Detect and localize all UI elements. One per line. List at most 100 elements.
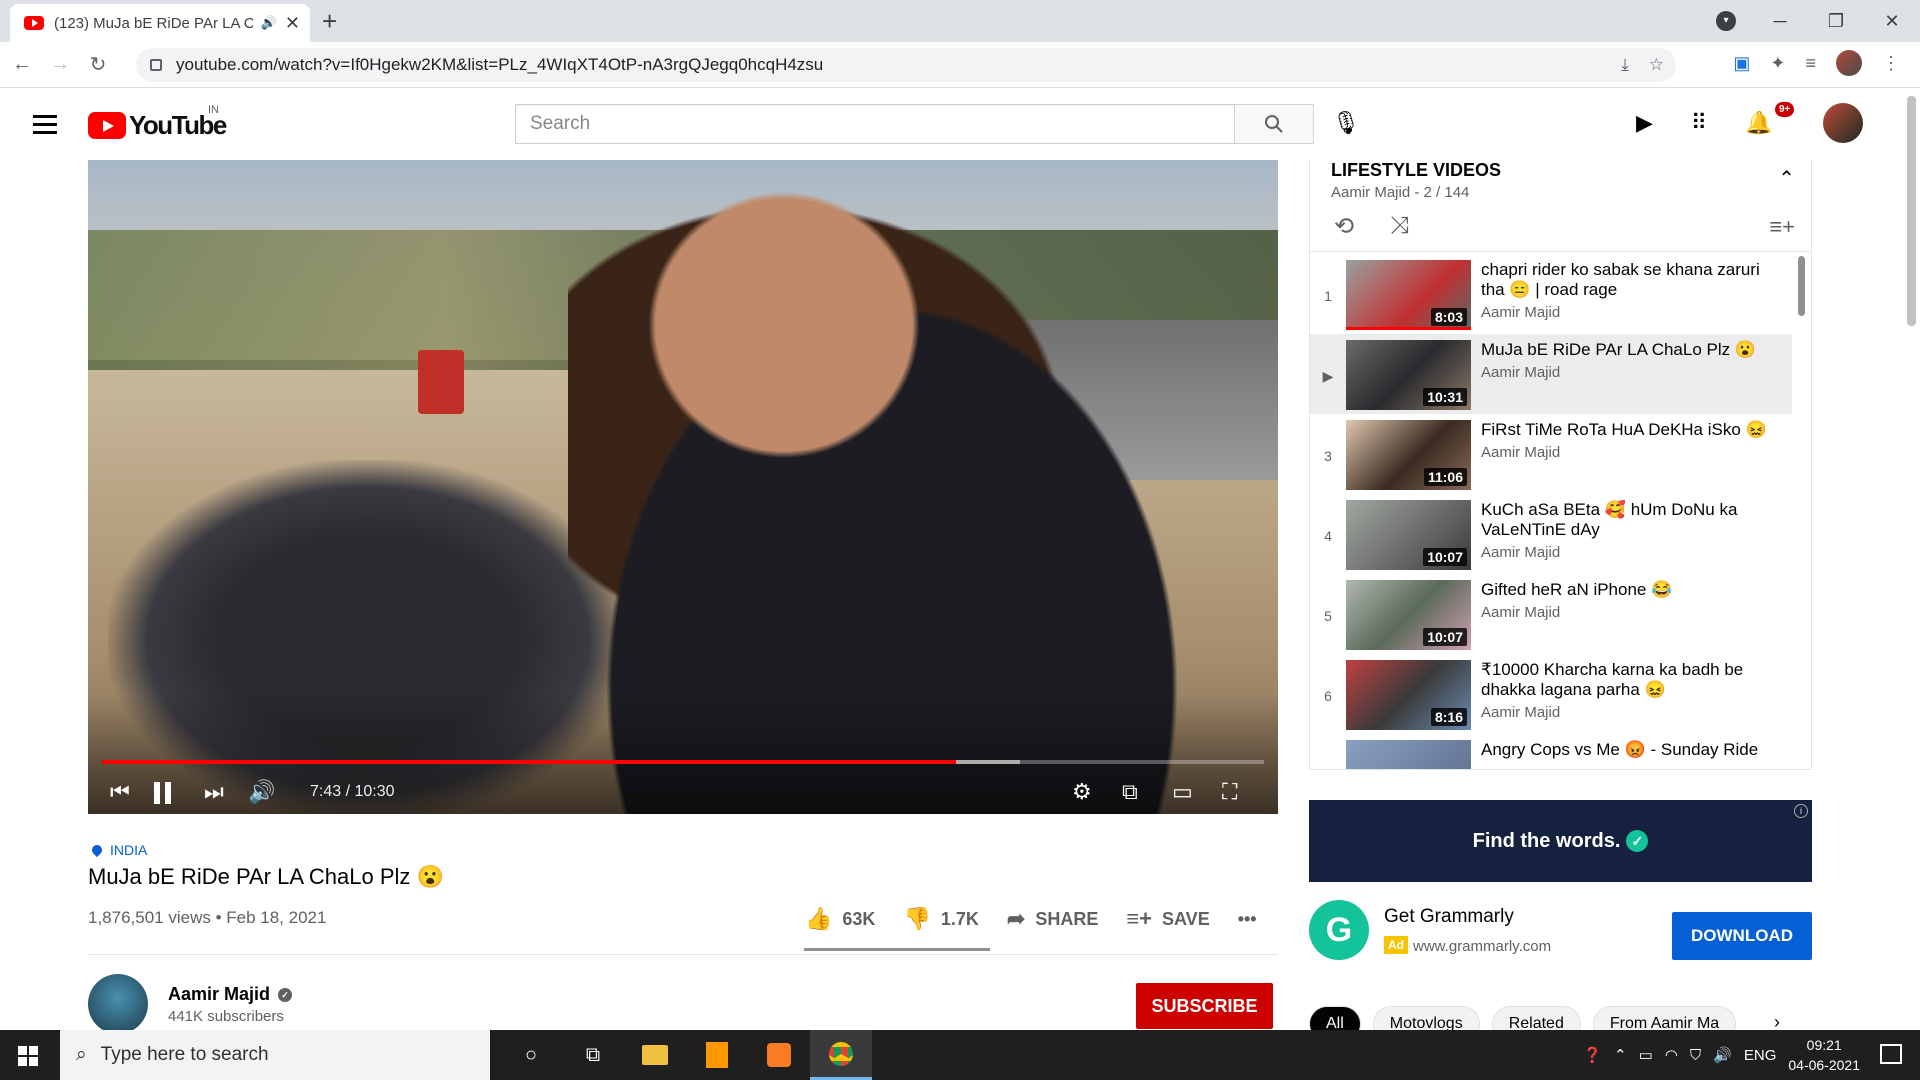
battery-icon[interactable]: ▭ [1639, 1046, 1653, 1064]
playlist-video-title[interactable]: Gifted heR aN iPhone 😂 [1481, 580, 1771, 600]
miniplayer-icon[interactable]: ⧉ [1122, 778, 1138, 806]
video-thumbnail[interactable]: 8:16 [1346, 660, 1471, 730]
profile-avatar[interactable] [1836, 50, 1862, 76]
playlist-scrollbar[interactable] [1798, 256, 1805, 316]
create-video-icon[interactable]: ▶ [1636, 110, 1653, 136]
next-icon[interactable]: ⏭ [204, 778, 224, 806]
playlist-item[interactable]: Angry Cops vs Me 😡 - Sunday Ride [1310, 734, 1792, 769]
address-bar[interactable]: youtube.com/watch?v=If0Hgekw2KM&list=PLz… [136, 48, 1676, 82]
url-text[interactable]: youtube.com/watch?v=If0Hgekw2KM&list=PLz… [176, 55, 823, 75]
channel-avatar[interactable] [88, 974, 148, 1034]
playlist-video-title[interactable]: FiRst TiMe RoTa HuA DeKHa iSko 😖 [1481, 420, 1771, 440]
wifi-icon[interactable]: ◠ [1665, 1046, 1678, 1064]
menu-icon[interactable] [33, 115, 57, 139]
location-tag[interactable]: INDIA [89, 842, 147, 858]
sublime-text-icon[interactable] [686, 1030, 748, 1080]
playlist-item[interactable]: 1 8:03 chapri rider ko sabak se khana za… [1310, 254, 1792, 334]
chrome-icon[interactable] [810, 1030, 872, 1080]
ad-banner[interactable]: Find the words. ✓ i [1309, 800, 1812, 882]
help-icon[interactable]: ❓ [1583, 1046, 1602, 1064]
theater-mode-icon[interactable]: ▭ [1172, 778, 1193, 806]
video-thumbnail[interactable]: 8:03 [1346, 260, 1471, 330]
search-input[interactable]: Search [515, 104, 1235, 144]
chrome-menu-icon[interactable]: ⋮ [1882, 53, 1900, 74]
playlist-item-current[interactable]: ▶ 10:31 MuJa bE RiDe PAr LA ChaLo Plz 😮 … [1310, 334, 1792, 414]
playlist-item[interactable]: 5 10:07 Gifted heR aN iPhone 😂 Aamir Maj… [1310, 574, 1792, 654]
microphone-icon[interactable]: 🎙 [1332, 110, 1360, 136]
playlist-title[interactable]: LIFESTYLE VIDEOS [1331, 160, 1501, 181]
share-button[interactable]: ➦ SHARE [1007, 906, 1098, 932]
tab-title: (123) MuJa bE RiDe PAr LA C [54, 14, 253, 32]
video-thumbnail[interactable]: 10:07 [1346, 580, 1471, 650]
save-playlist-icon[interactable]: ≡+ [1769, 214, 1795, 240]
taskbar-search-input[interactable]: ⌕ Type here to search [60, 1030, 490, 1080]
input-language[interactable]: ENG [1744, 1047, 1777, 1064]
system-clock[interactable]: 09:21 04-06-2021 [1788, 1035, 1860, 1075]
back-icon[interactable]: ← [6, 53, 38, 76]
apps-grid-icon[interactable]: ⠿ [1691, 110, 1707, 136]
volume-icon[interactable]: 🔊 [1713, 1046, 1732, 1064]
location-text[interactable]: INDIA [110, 842, 147, 858]
tab-search-icon[interactable]: ▾ [1716, 11, 1736, 31]
subscribe-button[interactable]: SUBSCRIBE [1136, 983, 1273, 1029]
playlist-item[interactable]: 4 10:07 KuCh aSa BEta 🥰 hUm DoNu ka VaLe… [1310, 494, 1792, 574]
volume-icon[interactable]: 🔊 [248, 778, 275, 806]
tab-close-icon[interactable]: ✕ [285, 13, 300, 34]
page-scrollbar[interactable] [1907, 96, 1916, 326]
collapse-chevron-icon[interactable]: ⌃ [1778, 166, 1795, 191]
grammarly-logo[interactable]: G [1309, 900, 1369, 960]
playlist-item[interactable]: 3 11:06 FiRst TiMe RoTa HuA DeKHa iSko 😖… [1310, 414, 1792, 494]
playlist-video-title[interactable]: chapri rider ko sabak se khana zaruri th… [1481, 260, 1771, 300]
loop-icon[interactable]: ⟲ [1334, 212, 1354, 241]
close-window-button[interactable]: ✕ [1864, 11, 1920, 32]
file-explorer-icon[interactable] [624, 1030, 686, 1080]
like-button[interactable]: 👍 63K [805, 906, 875, 932]
account-avatar[interactable] [1823, 103, 1863, 143]
playlist-video-title[interactable]: MuJa bE RiDe PAr LA ChaLo Plz 😮 [1481, 340, 1771, 360]
video-player[interactable]: ⏮ ⏭ 🔊 7:43 / 10:30 ⚙ ⧉ ▭ ⛶ [88, 160, 1278, 814]
settings-gear-icon[interactable]: ⚙ [1072, 778, 1092, 806]
media-queue-icon[interactable]: ≡ [1805, 53, 1816, 74]
task-view-icon[interactable]: ⧉ [562, 1030, 624, 1080]
forward-icon[interactable]: → [44, 53, 76, 76]
new-tab-button[interactable]: + [322, 6, 337, 37]
playlist-video-title[interactable]: Angry Cops vs Me 😡 - Sunday Ride [1481, 740, 1771, 760]
speaker-icon[interactable]: 🔊 [261, 15, 277, 31]
ad-title[interactable]: Get Grammarly [1384, 906, 1514, 928]
shuffle-icon[interactable]: ⤨ [1390, 212, 1409, 241]
cortana-icon[interactable]: ○ [500, 1030, 562, 1080]
windows-start-icon[interactable] [18, 1046, 38, 1066]
more-actions-button[interactable]: ••• [1238, 909, 1257, 930]
youtube-logo[interactable]: YouTube [88, 110, 227, 141]
progress-bar[interactable] [102, 760, 1264, 764]
search-button[interactable] [1234, 104, 1314, 144]
download-button[interactable]: DOWNLOAD [1672, 912, 1812, 960]
tray-chevron-up-icon[interactable]: ⌃ [1614, 1046, 1627, 1064]
save-button[interactable]: ≡+ SAVE [1126, 906, 1209, 932]
minimize-button[interactable]: ─ [1752, 11, 1808, 32]
dislike-button[interactable]: 👎 1.7K [903, 906, 978, 932]
channel-name[interactable]: Aamir Majid [168, 984, 270, 1005]
video-thumbnail[interactable]: 10:07 [1346, 500, 1471, 570]
previous-icon[interactable]: ⏮ [110, 778, 130, 806]
xampp-icon[interactable] [748, 1030, 810, 1080]
puzzle-icon[interactable]: ✦ [1770, 53, 1785, 74]
playlist-video-title[interactable]: ₹10000 Kharcha karna ka badh be dhakka l… [1481, 660, 1771, 700]
video-thumbnail[interactable]: 10:31 [1346, 340, 1471, 410]
notification-center-icon[interactable] [1880, 1044, 1902, 1064]
extension-icon[interactable]: ▣ [1733, 53, 1750, 74]
browser-tab[interactable]: (123) MuJa bE RiDe PAr LA C 🔊 ✕ [10, 4, 310, 42]
notifications-bell-icon[interactable]: 🔔 [1745, 110, 1772, 136]
bookmark-star-icon[interactable]: ☆ [1649, 55, 1664, 75]
ad-info-icon[interactable]: i [1794, 804, 1808, 818]
video-thumbnail[interactable]: 11:06 [1346, 420, 1471, 490]
playlist-item[interactable]: 6 8:16 ₹10000 Kharcha karna ka badh be d… [1310, 654, 1792, 734]
reload-icon[interactable]: ↻ [82, 52, 114, 77]
restore-button[interactable]: ❐ [1808, 11, 1864, 32]
video-thumbnail[interactable] [1346, 740, 1471, 769]
fullscreen-icon[interactable]: ⛶ [1222, 778, 1237, 806]
network-icon[interactable]: ⛉ [1690, 1047, 1701, 1064]
pause-icon[interactable] [154, 778, 176, 806]
install-icon[interactable]: ⤓ [1621, 55, 1629, 75]
playlist-video-title[interactable]: KuCh aSa BEta 🥰 hUm DoNu ka VaLeNTinE dA… [1481, 500, 1771, 540]
